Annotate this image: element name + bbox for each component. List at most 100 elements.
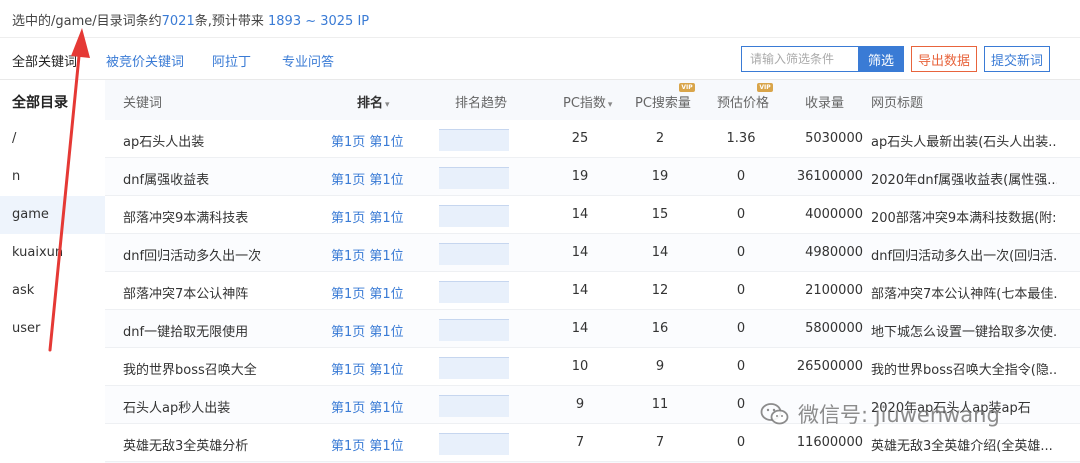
sidebar-item-root[interactable]: / <box>0 120 105 158</box>
rank-link[interactable]: 第1页 第1位 <box>331 397 404 416</box>
indexed-cell: 4980000 <box>805 245 863 260</box>
export-data-button[interactable]: 导出数据 <box>911 46 977 72</box>
keyword-cell: ap石头人出装 <box>123 135 205 150</box>
sidebar-item-user[interactable]: user <box>0 310 105 348</box>
est-price-cell: 0 <box>736 321 746 336</box>
est-price-cell: 0 <box>736 397 746 412</box>
summary-ip-range: 1893 ~ 3025 IP <box>268 14 370 29</box>
indexed-cell: 4000000 <box>805 207 863 222</box>
keyword-cell: dnf一键拾取无限使用 <box>123 325 249 340</box>
table-row: 部落冲突9本满科技表 第1页 第1位 14 15 0 4000000 200部落… <box>105 196 1080 234</box>
rank-trend-sparkline <box>439 281 509 303</box>
keyword-cell: 石头人ap秒人出装 <box>123 401 231 416</box>
rank-trend-sparkline <box>439 243 509 265</box>
table-row: 部落冲突7本公认神阵 第1页 第1位 14 12 0 2100000 部落冲突7… <box>105 272 1080 310</box>
keyword-cell: dnf属强收益表 <box>123 173 210 188</box>
rank-link[interactable]: 第1页 第1位 <box>331 359 404 378</box>
selection-summary: 选中的/game/目录词条约7021条,预计带来 1893 ~ 3025 IP <box>0 0 1080 38</box>
header-est-price-label: 预估价格 <box>717 96 770 111</box>
pc-volume-cell: 16 <box>651 321 669 336</box>
pc-volume-cell: 19 <box>651 169 669 184</box>
est-price-cell: 0 <box>736 169 746 184</box>
tab-aladdin[interactable]: 阿拉丁 <box>212 51 251 70</box>
keyword-cell: dnf回归活动多久出一次 <box>123 249 262 264</box>
pc-index-cell: 14 <box>571 283 589 298</box>
tab-qa[interactable]: 专业问答 <box>282 51 334 70</box>
page-title-cell: 我的世界boss召唤大全指令(隐... <box>871 363 1057 378</box>
rank-link[interactable]: 第1页 第1位 <box>331 131 404 150</box>
page-title-cell: 英雄无敌3全英雄介绍(全英雄... <box>871 439 1053 454</box>
page-title-cell: 地下城怎么设置一键拾取多次使... <box>871 325 1057 340</box>
rank-trend-sparkline <box>439 205 509 227</box>
sidebar-item-game[interactable]: game <box>0 196 105 234</box>
table-row: ap石头人出装 第1页 第1位 25 2 1.36 5030000 ap石头人最… <box>105 120 1080 158</box>
pc-index-cell: 14 <box>571 207 589 222</box>
sort-caret-icon: ▾ <box>607 100 613 110</box>
keyword-cell: 部落冲突9本满科技表 <box>123 211 249 226</box>
est-price-cell: 0 <box>736 245 746 260</box>
indexed-cell: 5030000 <box>805 131 863 146</box>
header-est-price: 预估价格 VIP <box>717 83 773 111</box>
rank-link[interactable]: 第1页 第1位 <box>331 245 404 264</box>
header-pc-index-label: PC指数 <box>563 96 606 111</box>
pc-index-cell: 25 <box>571 131 589 146</box>
wechat-icon <box>760 403 789 425</box>
sidebar-item-ask[interactable]: ask <box>0 272 105 310</box>
vip-badge-icon: VIP <box>757 83 773 92</box>
page-title-cell: ap石头人最新出装(石头人出装... <box>871 135 1057 150</box>
indexed-cell: 26500000 <box>796 359 863 374</box>
pc-index-cell: 9 <box>575 397 585 412</box>
rank-trend-sparkline <box>439 433 509 455</box>
indexed-cell: 36100000 <box>796 169 863 184</box>
pc-volume-cell: 11 <box>651 397 669 412</box>
page-title-cell: 2020年dnf属强收益表(属性强... <box>871 173 1057 188</box>
indexed-cell: 5800000 <box>805 321 863 336</box>
header-rank[interactable]: 排名 ▾ <box>357 92 390 111</box>
indexed-cell: 2100000 <box>805 283 863 298</box>
vip-badge-icon: VIP <box>679 83 695 92</box>
rank-trend-sparkline <box>439 395 509 417</box>
rank-link[interactable]: 第1页 第1位 <box>331 435 404 454</box>
sidebar-item-kuaixun[interactable]: kuaixun <box>0 234 105 272</box>
est-price-cell: 0 <box>736 435 746 450</box>
est-price-cell: 0 <box>736 207 746 222</box>
keyword-toolbar: 全部关键词 被竞价关键词 阿拉丁 专业问答 筛选 导出数据 提交新词 <box>0 38 1080 80</box>
table-header: 关键词 排名 ▾ 排名趋势 PC指数 ▾ PC搜索量 VIP 预估价格 VIP 收录量 … <box>105 80 1080 120</box>
pc-volume-cell: 12 <box>651 283 669 298</box>
page-title-cell: 部落冲突7本公认神阵(七本最佳... <box>871 287 1057 302</box>
sidebar-title: 全部目录 <box>12 95 68 111</box>
pc-volume-cell: 7 <box>655 435 665 450</box>
rank-link[interactable]: 第1页 第1位 <box>331 207 404 226</box>
header-trend: 排名趋势 <box>455 96 508 111</box>
pc-volume-cell: 2 <box>655 131 665 146</box>
rank-link[interactable]: 第1页 第1位 <box>331 321 404 340</box>
pc-index-cell: 7 <box>575 435 585 450</box>
tab-bid-keywords[interactable]: 被竞价关键词 <box>106 51 184 70</box>
keyword-cell: 英雄无敌3全英雄分析 <box>123 439 249 454</box>
table-row: dnf一键拾取无限使用 第1页 第1位 14 16 0 5800000 地下城怎… <box>105 310 1080 348</box>
page-title-cell: dnf回归活动多久出一次(回归活... <box>871 249 1057 264</box>
pc-index-cell: 14 <box>571 245 589 260</box>
rank-link[interactable]: 第1页 第1位 <box>331 169 404 188</box>
wechat-watermark: 微信号: jiuwenwang <box>760 397 1000 431</box>
keyword-cell: 部落冲突7本公认神阵 <box>123 287 249 302</box>
sidebar-item-n[interactable]: n <box>0 158 105 196</box>
header-pc-index[interactable]: PC指数 ▾ <box>563 92 612 111</box>
tab-all-keywords[interactable]: 全部关键词 <box>12 51 77 70</box>
indexed-cell: 11600000 <box>796 435 863 450</box>
submit-new-word-button[interactable]: 提交新词 <box>984 46 1050 72</box>
watermark-text: 微信号: jiuwenwang <box>798 403 1000 427</box>
filter-button[interactable]: 筛选 <box>858 46 904 72</box>
filter-input[interactable] <box>741 46 859 72</box>
summary-prefix: 选中的/game/目录词条约 <box>12 14 162 29</box>
rank-trend-sparkline <box>439 357 509 379</box>
page-title-cell: 200部落冲突9本满科技数据(附:... <box>871 211 1057 226</box>
pc-index-cell: 10 <box>571 359 589 374</box>
header-page-title: 网页标题 <box>871 96 924 111</box>
est-price-cell: 0 <box>736 359 746 374</box>
rank-link[interactable]: 第1页 第1位 <box>331 283 404 302</box>
rank-trend-sparkline <box>439 167 509 189</box>
header-rank-label: 排名 <box>357 96 384 111</box>
summary-count: 7021 <box>161 14 195 29</box>
sort-caret-icon: ▾ <box>385 100 390 110</box>
